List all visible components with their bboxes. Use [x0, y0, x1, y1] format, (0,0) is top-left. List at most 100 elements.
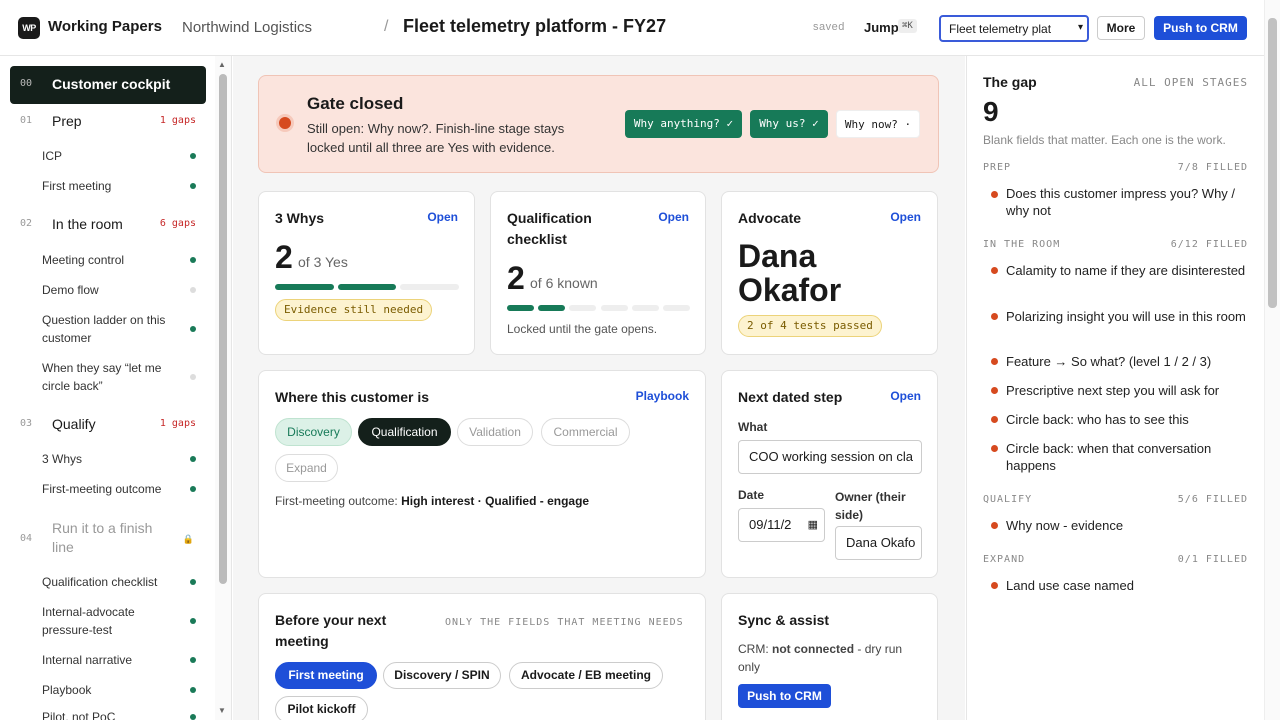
card-title: Qualification checklist: [507, 210, 592, 247]
open-link[interactable]: Open: [427, 210, 458, 224]
lock-icon: 🔒: [182, 534, 194, 544]
gap-item[interactable]: Does this customer impress you? Why / wh…: [1006, 185, 1246, 219]
gap-dot: [991, 313, 998, 320]
qualification-card: Qualification checklist Open 2 of 6 know…: [490, 191, 706, 355]
next-step-card: Next dated step Open What COO working se…: [721, 370, 938, 578]
sidebar-section-prep[interactable]: 01 Prep 1 gaps: [10, 103, 206, 141]
why-now-pill[interactable]: Why now? ·: [836, 110, 920, 138]
status-dot: [190, 326, 196, 332]
page-scroll-thumb[interactable]: [1268, 18, 1277, 308]
meeting-type-pilot[interactable]: Pilot kickoff: [275, 696, 368, 720]
open-link[interactable]: Open: [658, 210, 689, 224]
gap-dot: [991, 267, 998, 274]
stage-commercial[interactable]: Commercial: [541, 418, 630, 446]
sidebar-section-in-the-room[interactable]: 02 In the room 6 gaps: [10, 206, 206, 244]
gap-item[interactable]: Land use case named: [1006, 577, 1246, 594]
sidebar-item-internal-narrative[interactable]: Internal narrative: [42, 651, 182, 669]
meeting-type-advocate[interactable]: Advocate / EB meeting: [509, 662, 663, 689]
three-whys-card: 3 Whys Open 2 of 3 Yes Evidence still ne…: [258, 191, 475, 355]
scroll-up-icon[interactable]: ▲: [218, 60, 226, 69]
main-content: Gate closed Still open: Why now?. Finish…: [233, 56, 965, 720]
sidebar-scroll-thumb[interactable]: [219, 74, 227, 584]
jump-shortcut: ⌘K: [898, 19, 917, 33]
gap-item[interactable]: Prescriptive next step you will ask for: [1006, 382, 1246, 399]
sidebar-item-meeting-control[interactable]: Meeting control: [42, 251, 182, 269]
gap-item[interactable]: Why now - evidence: [1006, 517, 1246, 534]
sidebar-item-pilot[interactable]: Pilot, not PoC: [42, 708, 182, 720]
gap-dot: [991, 522, 998, 529]
date-value: 09/11/2: [749, 517, 792, 532]
gap-item[interactable]: Feature → So what? (level 1 / 2 / 3): [1006, 353, 1246, 370]
stage-discovery[interactable]: Discovery: [275, 418, 352, 446]
section-label: Qualify: [52, 416, 96, 432]
group-name: IN THE ROOM: [983, 239, 1061, 250]
qual-progress: [507, 305, 690, 311]
gate-status-icon: [276, 114, 294, 132]
before-meeting-card: Before your next meeting ONLY THE FIELDS…: [258, 593, 706, 720]
tests-tag: 2 of 4 tests passed: [738, 315, 882, 337]
company-name[interactable]: Northwind Logistics: [182, 19, 312, 36]
sidebar-section-finish-line[interactable]: 04 Run it to a finish line 🔒: [10, 517, 206, 555]
gap-dot: [991, 416, 998, 423]
owner-input[interactable]: Dana Okafo: [835, 526, 922, 560]
scroll-down-icon[interactable]: ▼: [218, 706, 226, 715]
gap-count: 9: [983, 96, 999, 127]
meeting-type-discovery[interactable]: Discovery / SPIN: [383, 662, 501, 689]
gap-panel: The gap ALL OPEN STAGES 9 Blank fields t…: [966, 56, 1264, 720]
sidebar-item-first-meeting[interactable]: First meeting: [42, 177, 182, 195]
sidebar: 00 Customer cockpit 01 Prep 1 gaps ICP F…: [0, 56, 232, 720]
evidence-tag: Evidence still needed: [275, 299, 433, 321]
sidebar-item-playbook[interactable]: Playbook: [42, 681, 182, 699]
app-name: Working Papers: [48, 18, 162, 35]
gaps-count: 1 gaps: [159, 115, 196, 126]
group-count: 6/12 FILLED: [1170, 239, 1248, 250]
sidebar-section-customer-cockpit[interactable]: 00 Customer cockpit: [10, 66, 206, 104]
sidebar-item-3-whys[interactable]: 3 Whys: [42, 450, 182, 468]
gap-item[interactable]: Calamity to name if they are disinterest…: [1006, 262, 1246, 279]
sidebar-item-icp[interactable]: ICP: [42, 147, 182, 165]
stage-qualification[interactable]: Qualification: [358, 418, 451, 446]
meeting-type-first[interactable]: First meeting: [275, 662, 377, 689]
sidebar-item-qualification-checklist[interactable]: Qualification checklist: [42, 573, 182, 591]
sidebar-item-advocate-pressure-test[interactable]: Internal-advocate pressure-test: [42, 603, 182, 639]
sidebar-item-first-meeting-outcome[interactable]: First-meeting outcome: [42, 480, 182, 498]
advocate-card: Advocate Open Dana Okafor 2 of 4 tests p…: [721, 191, 938, 355]
outcome-label: First-meeting outcome:: [275, 494, 398, 508]
calendar-icon[interactable]: ▦: [808, 509, 818, 541]
progress-segment: [631, 305, 659, 311]
stage-expand[interactable]: Expand: [275, 454, 338, 482]
deal-select[interactable]: Fleet telemetry plat ▾: [939, 15, 1089, 42]
why-anything-pill[interactable]: Why anything? ✓: [625, 110, 742, 138]
gap-dot: [991, 582, 998, 589]
playbook-link[interactable]: Playbook: [636, 389, 689, 403]
push-to-crm-button[interactable]: Push to CRM: [738, 684, 831, 708]
gap-item[interactable]: Circle back: who has to see this: [1006, 411, 1246, 428]
more-button[interactable]: More: [1097, 16, 1145, 40]
date-input[interactable]: 09/11/2 ▦: [738, 508, 825, 542]
card-title: Next dated step: [738, 389, 843, 405]
sidebar-section-qualify[interactable]: 03 Qualify 1 gaps: [10, 406, 206, 444]
what-label: What: [738, 420, 768, 434]
push-to-crm-button[interactable]: Push to CRM: [1154, 16, 1247, 40]
sidebar-item-demo-flow[interactable]: Demo flow: [42, 281, 182, 299]
sidebar-item-question-ladder[interactable]: Question ladder on this customer: [42, 311, 182, 347]
why-us-pill[interactable]: Why us? ✓: [750, 110, 828, 138]
gap-dot: [991, 387, 998, 394]
jump-button[interactable]: Jump: [864, 20, 899, 35]
card-title: 3 Whys: [275, 210, 325, 226]
status-dot: [190, 257, 196, 263]
what-input[interactable]: COO working session on cla: [738, 440, 922, 474]
before-note: ONLY THE FIELDS THAT MEETING NEEDS: [445, 617, 684, 628]
card-title: Where this customer is: [275, 389, 430, 405]
gap-item[interactable]: Polarizing insight you will use in this …: [1006, 308, 1246, 325]
date-label: Date: [738, 488, 765, 502]
breadcrumb-separator: /: [384, 18, 389, 35]
app-logo[interactable]: WP: [18, 17, 40, 39]
status-dot: [190, 657, 196, 663]
open-link[interactable]: Open: [890, 389, 921, 403]
status-dot: [190, 374, 196, 380]
open-link[interactable]: Open: [890, 210, 921, 224]
sidebar-item-circle-back[interactable]: When they say “let me circle back”: [42, 359, 182, 395]
gap-item[interactable]: Circle back: when that conversation happ…: [1006, 440, 1246, 474]
stage-validation[interactable]: Validation: [457, 418, 533, 446]
